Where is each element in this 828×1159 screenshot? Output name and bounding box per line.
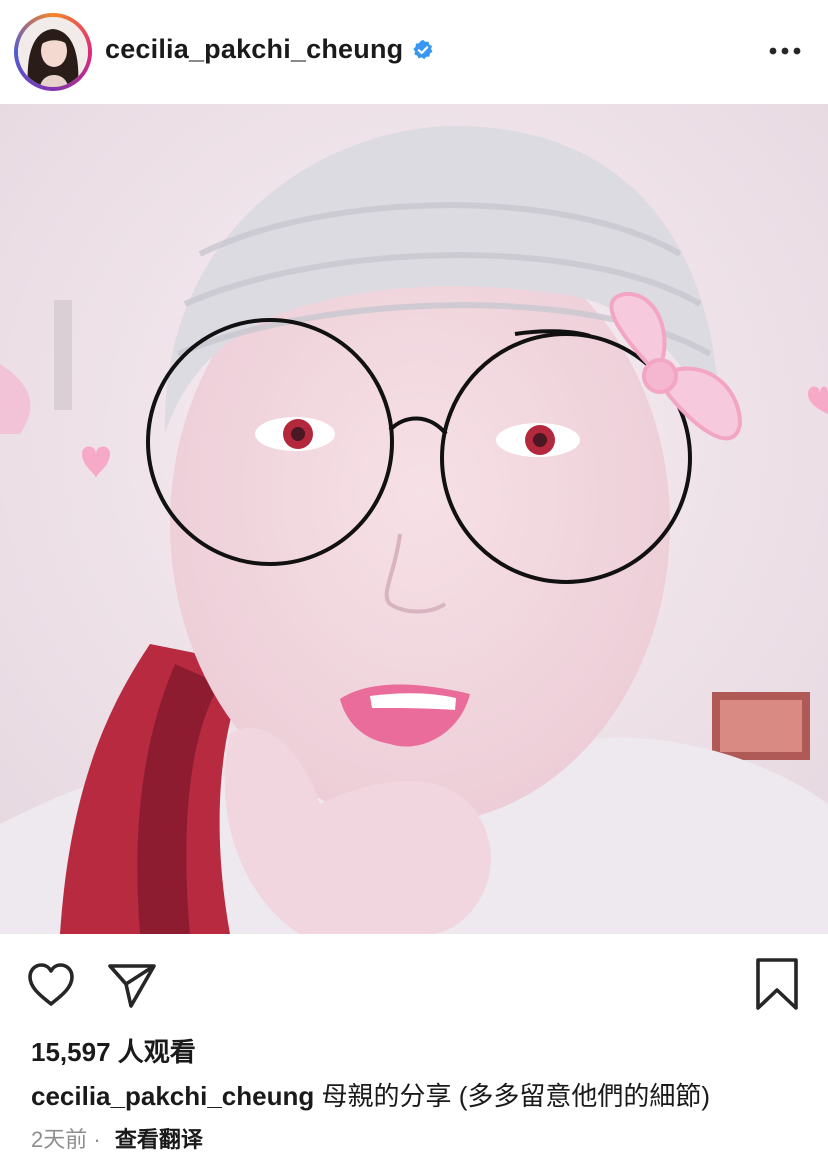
heart-icon[interactable] <box>24 958 78 1012</box>
avatar[interactable] <box>18 17 88 87</box>
see-translation-link[interactable]: 查看翻译 <box>115 1127 203 1152</box>
post-header: cecilia_pakchi_cheung <box>0 0 828 104</box>
more-horizontal-icon[interactable] <box>765 36 805 66</box>
send-icon[interactable] <box>104 958 158 1012</box>
verified-badge-icon <box>413 39 433 60</box>
caption-text: 母親的分享 (多多留意他們的細節) <box>321 1081 711 1111</box>
post-image[interactable] <box>0 104 828 934</box>
post-meta: 2天前 · 查看翻译 <box>31 1122 203 1154</box>
view-count[interactable]: 15,597 人观看 <box>31 1032 196 1069</box>
meta-separator: · <box>93 1127 101 1152</box>
time-ago: 2天前 <box>31 1127 88 1152</box>
caption-username[interactable]: cecilia_pakchi_cheung <box>31 1081 314 1111</box>
post-caption: cecilia_pakchi_cheung 母親的分享 (多多留意他們的細節) <box>31 1076 710 1113</box>
avatar-story-ring[interactable] <box>14 13 92 91</box>
bookmark-icon[interactable] <box>750 954 804 1014</box>
post-action-bar <box>0 934 828 1024</box>
post-username[interactable]: cecilia_pakchi_cheung <box>105 34 403 65</box>
